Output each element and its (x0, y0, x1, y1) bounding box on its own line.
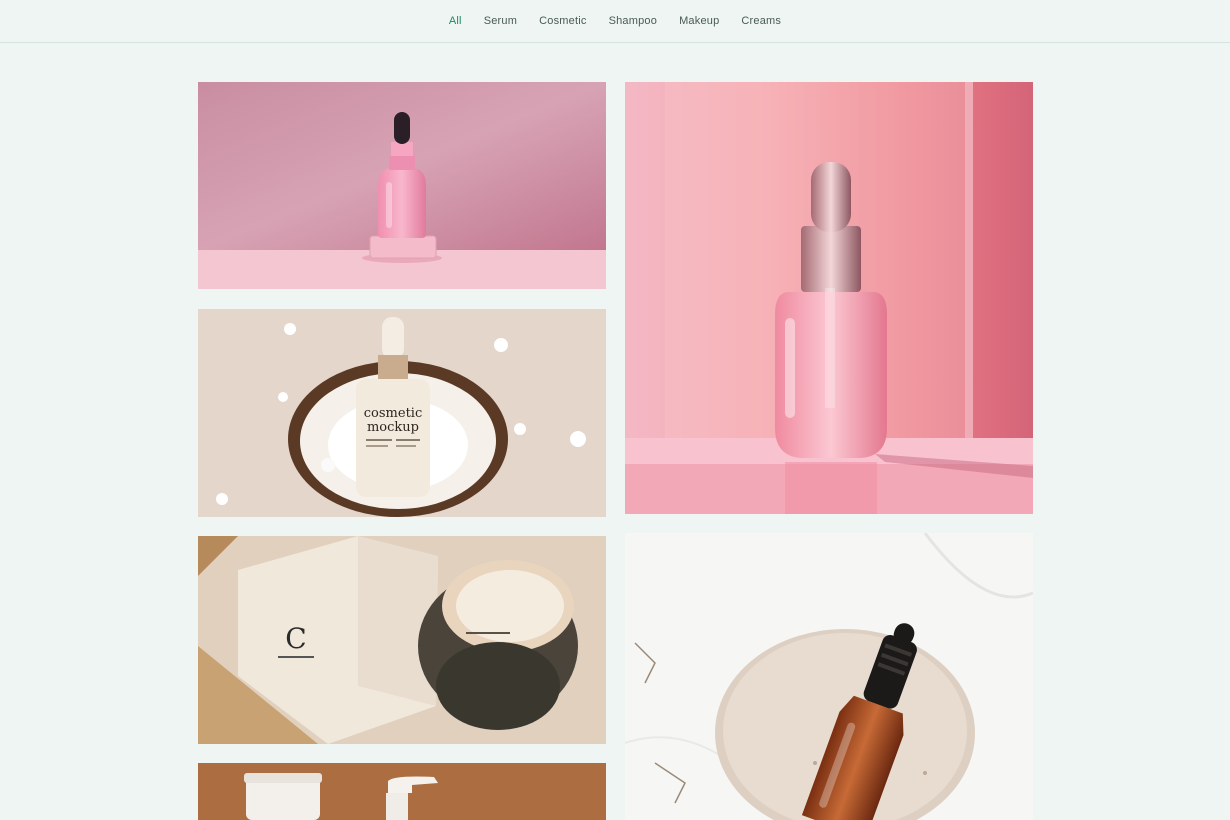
box-logo-letter: C (285, 622, 306, 655)
gallery-item[interactable] (198, 763, 606, 820)
gallery-item[interactable] (198, 82, 606, 289)
mockup-label-line2: mockup (367, 420, 419, 435)
pink-dropper-bottle-photo (625, 82, 1033, 514)
cream-jar-and-box-photo: C (198, 536, 606, 744)
gallery-item[interactable] (625, 533, 1033, 820)
gallery-item[interactable]: C (198, 536, 606, 744)
tab-serum[interactable]: Serum (473, 15, 528, 27)
tab-shampoo[interactable]: Shampoo (598, 15, 669, 27)
tube-and-pump-photo (198, 763, 606, 820)
tab-all[interactable]: All (438, 15, 473, 27)
amber-dropper-on-stone-photo (625, 533, 1033, 820)
tab-makeup[interactable]: Makeup (668, 15, 730, 27)
coconut-cosmetic-mockup-photo: cosmetic mockup (198, 309, 606, 517)
category-tabs: All Serum Cosmetic Shampoo Makeup Creams (438, 15, 792, 27)
filter-bar: All Serum Cosmetic Shampoo Makeup Creams (0, 0, 1230, 43)
gallery-item[interactable] (625, 82, 1033, 514)
tab-cosmetic[interactable]: Cosmetic (528, 15, 597, 27)
mockup-label-line1: cosmetic (364, 406, 422, 421)
pink-serum-dropper-photo (198, 82, 606, 289)
gallery-item[interactable]: cosmetic mockup (198, 309, 606, 517)
product-gallery: cosmetic mockup C (0, 43, 1230, 820)
tab-creams[interactable]: Creams (730, 15, 792, 27)
